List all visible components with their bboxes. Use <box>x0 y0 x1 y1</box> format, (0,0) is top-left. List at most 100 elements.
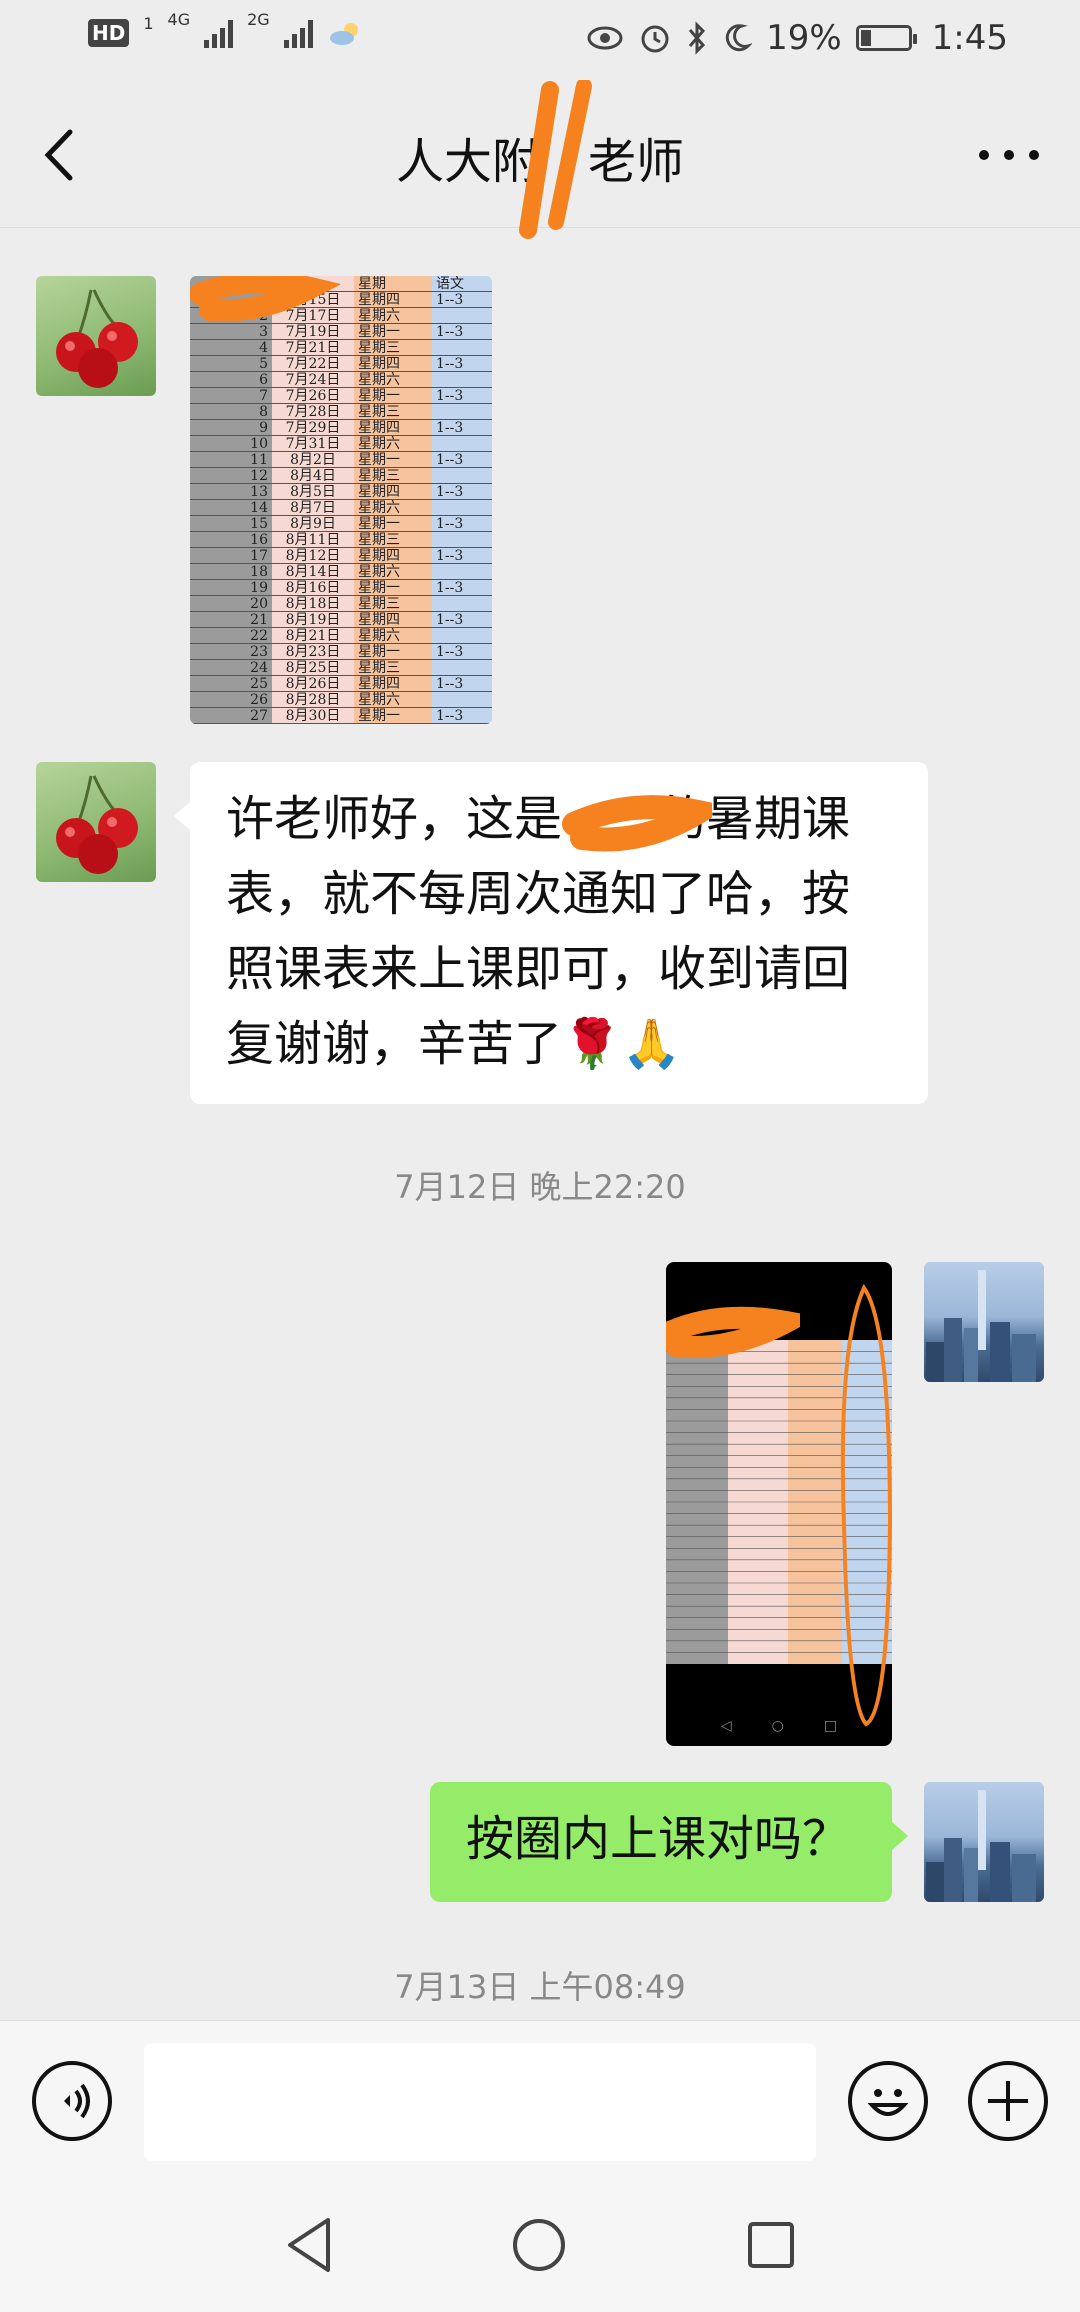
chat-area[interactable]: 2 3 4 5 6 7 8 9 10 11 12 13 14 15 16 17 18 19 20 21 22 23 24 25… <box>0 228 1080 2020</box>
redaction-mark <box>519 80 592 239</box>
schedule-cell: 1--3 <box>432 612 492 628</box>
recent-apps-square-icon[interactable] <box>738 2212 804 2278</box>
schedule-cell: 22 <box>190 628 272 644</box>
schedule-cell: 11 <box>190 452 272 468</box>
schedule-cell: 7月24日 <box>272 372 354 388</box>
battery-percent: 19% <box>766 18 842 58</box>
home-circle-icon[interactable] <box>506 2212 572 2278</box>
sim1-label: 1 <box>143 13 154 33</box>
status-right: 19% 1:45 <box>586 18 1008 58</box>
schedule-cell: 星期一 <box>354 580 432 596</box>
schedule-cell: 8月26日 <box>272 676 354 692</box>
schedule-cell <box>432 596 492 612</box>
signal-icon <box>204 18 234 48</box>
city-skyline-icon <box>926 1270 1036 1382</box>
schedule-col-chinese: 语文 1--3 1--3 1--3 1--3 1--3 1--3 1--3 1--3 1--3 1-… <box>432 276 492 724</box>
voice-waves <box>64 2083 90 2119</box>
contact-avatar[interactable] <box>36 276 156 396</box>
recent-apps-icon: □ <box>823 1718 838 1734</box>
schedule-cell: 8月9日 <box>272 516 354 532</box>
schedule-cell: 星期三 <box>354 404 432 420</box>
redaction-mark <box>666 1306 800 1358</box>
plus-glyph <box>988 2081 1028 2121</box>
schedule-cell: 16 <box>190 532 272 548</box>
input-bar <box>0 2020 1080 2180</box>
annotated-schedule-screenshot[interactable]: ◁ ○ □ <box>666 1262 892 1746</box>
bluetooth-icon <box>688 21 706 55</box>
schedule-cell: 13 <box>190 484 272 500</box>
battery-icon <box>855 25 917 51</box>
schedule-header-cell: 语文 <box>432 276 492 292</box>
schedule-cell <box>432 468 492 484</box>
schedule-cell: 25 <box>190 676 272 692</box>
message-line: 按圈内上课对吗？ <box>466 1811 851 1867</box>
my-avatar[interactable] <box>924 1782 1044 1902</box>
schedule-col-index: 2 3 4 5 6 7 8 9 10 11 12 13 14 15 16 17 18 19 20 21 22 23 24 25… <box>190 276 272 724</box>
signal-icon <box>283 18 313 48</box>
schedule-cell: 26 <box>190 692 272 708</box>
status-bar: HD 1 4G 2G 19% 1:45 <box>0 0 1080 80</box>
schedule-cell: 8月14日 <box>272 564 354 580</box>
timestamp: 7月12日 晚上22:20 <box>394 1168 686 1206</box>
schedule-cell: 星期四 <box>354 420 432 436</box>
eye-icon <box>587 26 623 50</box>
schedule-cell: 8月21日 <box>272 628 354 644</box>
schedule-cell: 星期一 <box>354 388 432 404</box>
schedule-cell: 7 <box>190 388 272 404</box>
schedule-cell: 星期四 <box>354 356 432 372</box>
schedule-cell: 10 <box>190 436 272 452</box>
schedule-cell: 1--3 <box>432 516 492 532</box>
schedule-cell: 8月23日 <box>272 644 354 660</box>
schedule-cell: 1--3 <box>432 644 492 660</box>
schedule-cell: 21 <box>190 612 272 628</box>
schedule-cell <box>432 500 492 516</box>
schedule-cell: 8月4日 <box>272 468 354 484</box>
schedule-image[interactable]: 2 3 4 5 6 7 8 9 10 11 12 13 14 15 16 17 18 19 20 21 22 23 24 25… <box>190 276 492 724</box>
schedule-cell: 7月22日 <box>272 356 354 372</box>
schedule-cell: 1--3 <box>432 452 492 468</box>
emoji-icon[interactable] <box>848 2061 928 2141</box>
status-left: HD 1 4G 2G <box>88 10 363 48</box>
schedule-cell: 8月2日 <box>272 452 354 468</box>
schedule-cell: 5 <box>190 356 272 372</box>
more-icon[interactable] <box>974 130 1044 180</box>
schedule-cell: 星期四 <box>354 612 432 628</box>
contact-avatar[interactable] <box>36 762 156 882</box>
schedule-cell: 星期六 <box>354 628 432 644</box>
schedule-cell <box>432 404 492 420</box>
schedule-cell <box>432 308 492 324</box>
clock: 1:45 <box>931 18 1008 58</box>
weather-icon <box>329 23 358 45</box>
schedule-cell: 12 <box>190 468 272 484</box>
schedule-cell: 1--3 <box>432 324 492 340</box>
schedule-cell <box>432 340 492 356</box>
schedule-cell: 19 <box>190 580 272 596</box>
message-line: 许老师好，这是 的暑期课 <box>226 791 851 847</box>
schedule-cell: 15 <box>190 516 272 532</box>
schedule-cell <box>432 532 492 548</box>
schedule-cell: 星期六 <box>354 564 432 580</box>
schedule-cell: 星期三 <box>354 596 432 612</box>
my-avatar[interactable] <box>924 1262 1044 1382</box>
schedule-cell: 1--3 <box>432 484 492 500</box>
schedule-cell: 27 <box>190 708 272 724</box>
message-line: 表，就不每周次通知了哈，按 <box>226 866 851 922</box>
message-input[interactable] <box>144 2043 816 2161</box>
plus-icon[interactable] <box>968 2061 1048 2141</box>
chat-header: 人大附 老师 <box>0 80 1080 239</box>
schedule-cell <box>432 692 492 708</box>
schedule-cell: 星期三 <box>354 340 432 356</box>
message-line: 照课表来上课即可，收到请回 <box>226 941 851 997</box>
schedule-cell: 星期六 <box>354 308 432 324</box>
network1-label: 4G <box>167 9 191 29</box>
my-message-bubble[interactable]: 按圈内上课对吗？ <box>430 1782 908 1902</box>
schedule-cell: 8月19日 <box>272 612 354 628</box>
network2-label: 2G <box>247 9 270 29</box>
schedule-cell: 24 <box>190 660 272 676</box>
hd-badge: HD <box>88 19 130 47</box>
schedule-cell: 18 <box>190 564 272 580</box>
contact-message-bubble[interactable]: 许老师好，这是 的暑期课 表，就不每周次通知了哈，按 照课表来上课即可，收到请回… <box>174 762 928 1104</box>
back-icon: ◁ <box>720 1718 732 1734</box>
voice-icon[interactable] <box>32 2061 112 2141</box>
back-triangle-icon[interactable] <box>280 2212 340 2278</box>
